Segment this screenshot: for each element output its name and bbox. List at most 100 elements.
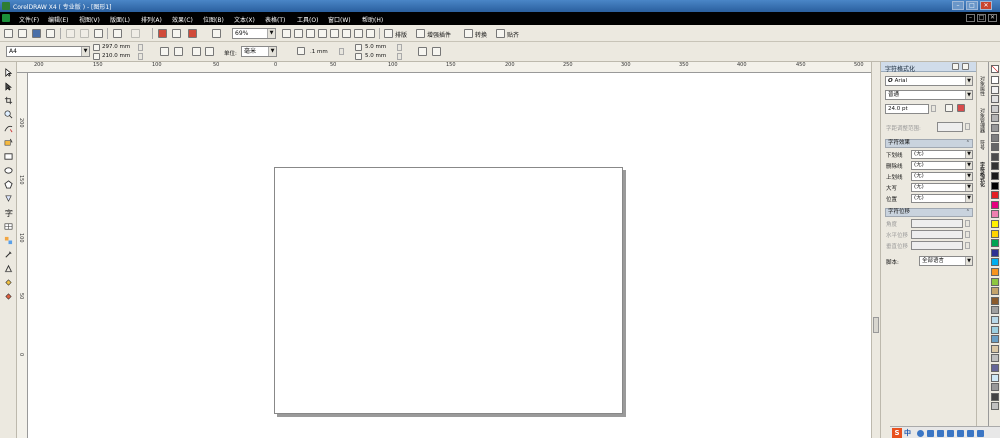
palette-swatch[interactable] <box>991 277 999 286</box>
font-select[interactable]: O Arial ▼ <box>885 76 973 86</box>
snap-button[interactable]: 贴齐 <box>507 30 519 39</box>
underline-select[interactable]: (无) ▼ <box>911 150 973 159</box>
height-spinner[interactable] <box>138 53 143 60</box>
palette-swatch[interactable] <box>991 152 999 161</box>
tab-character-formatting[interactable]: 字符格式化 <box>979 162 986 187</box>
duplicate-x-field[interactable]: 5.0 mm <box>365 44 386 50</box>
zoom-out-icon[interactable] <box>294 29 303 38</box>
zoom-selected-icon[interactable] <box>306 29 315 38</box>
zoom-level-select[interactable]: 69% ▼ <box>232 28 276 39</box>
shape-tool-icon[interactable] <box>4 82 13 91</box>
palette-swatch[interactable] <box>991 85 999 94</box>
kerning-field[interactable] <box>937 122 963 132</box>
menu-edit[interactable]: 编辑(E) <box>48 15 68 24</box>
menu-view[interactable]: 视图(V) <box>79 15 100 24</box>
sogou-ime-icon[interactable]: S <box>892 428 902 438</box>
character-shift-header[interactable]: 字符位移 ⌃ <box>885 208 973 217</box>
palette-swatch[interactable] <box>991 344 999 353</box>
import-icon[interactable] <box>158 29 167 38</box>
maximize-button[interactable]: □ <box>966 1 978 10</box>
position-select[interactable]: (无) ▼ <box>911 194 973 203</box>
menu-window[interactable]: 窗口(W) <box>328 15 351 24</box>
menu-text[interactable]: 文本(X) <box>234 15 255 24</box>
tab-object-properties[interactable]: 对象属性 <box>979 76 986 96</box>
menu-table[interactable]: 表格(T) <box>265 15 285 24</box>
paste-icon[interactable] <box>94 29 103 38</box>
width-spinner[interactable] <box>138 44 143 51</box>
skin-icon[interactable] <box>957 430 964 437</box>
duplicate-y-spinner[interactable] <box>397 53 402 60</box>
save-icon[interactable] <box>32 29 41 38</box>
zoom-height-icon[interactable] <box>354 29 363 38</box>
options-icon[interactable] <box>432 47 441 56</box>
horizontal-ruler[interactable]: 200 150 100 50 0 50 100 150 200 250 300 … <box>17 62 871 73</box>
palette-swatch[interactable] <box>991 114 999 123</box>
polygon-tool-icon[interactable] <box>4 180 13 189</box>
text-color-icon[interactable] <box>957 104 965 112</box>
rectangle-tool-icon[interactable] <box>4 152 13 161</box>
vertical-ruler[interactable]: 200 150 100 50 0 <box>17 73 28 438</box>
zoom-in-icon[interactable] <box>282 29 291 38</box>
copy-icon[interactable] <box>80 29 89 38</box>
tab-object-manager[interactable]: 对象管理器 <box>979 108 986 133</box>
keyboard-icon[interactable] <box>947 430 954 437</box>
eyedropper-tool-icon[interactable] <box>4 250 13 259</box>
ellipse-tool-icon[interactable] <box>4 166 13 175</box>
menu-tools[interactable]: 工具(O) <box>297 15 318 24</box>
open-icon[interactable] <box>18 29 27 38</box>
nudge-spinner[interactable] <box>339 48 344 55</box>
interactive-blend-tool-icon[interactable] <box>4 236 13 245</box>
unit-select[interactable]: 毫米 ▼ <box>241 46 277 57</box>
duplicate-y-field[interactable]: 5.0 mm <box>365 53 386 59</box>
palette-swatch[interactable] <box>991 133 999 142</box>
zoom-width-icon[interactable] <box>342 29 351 38</box>
page-width-field[interactable]: 297.0 mm <box>102 44 130 50</box>
nudge-distance-field[interactable]: .1 mm <box>310 49 328 55</box>
layout-plugin-icon[interactable] <box>384 29 393 38</box>
zoom-tool-icon[interactable] <box>4 110 13 119</box>
crop-tool-icon[interactable] <box>4 96 13 105</box>
landscape-icon[interactable] <box>174 47 183 56</box>
fill-tool-icon[interactable] <box>4 278 13 287</box>
portrait-icon[interactable] <box>160 47 169 56</box>
palette-swatch[interactable] <box>991 296 999 305</box>
palette-swatch[interactable] <box>991 143 999 152</box>
convert-icon[interactable] <box>464 29 473 38</box>
minimize-button[interactable]: – <box>952 1 964 10</box>
palette-swatch[interactable] <box>991 316 999 324</box>
application-launcher-icon[interactable] <box>188 29 197 38</box>
all-pages-icon[interactable] <box>192 47 201 56</box>
convert-button[interactable]: 转换 <box>475 30 487 39</box>
enhance-plugin-button[interactable]: 增强插件 <box>427 30 451 39</box>
character-effects-header[interactable]: 字符效果 ⌃ <box>885 139 973 148</box>
underline-icon[interactable] <box>945 104 953 112</box>
script-select[interactable]: 全部语言 ▼ <box>919 256 973 266</box>
uppercase-select[interactable]: (无) ▼ <box>911 183 973 192</box>
menu-help[interactable]: 帮助(H) <box>362 15 383 24</box>
palette-swatch[interactable] <box>991 210 999 219</box>
palette-swatch[interactable] <box>991 354 999 363</box>
horizontal-shift-field[interactable] <box>911 230 963 239</box>
menu-bitmaps[interactable]: 位图(B) <box>203 15 224 24</box>
horizontal-shift-spinner[interactable] <box>965 231 970 238</box>
kerning-spinner[interactable] <box>965 123 970 130</box>
tools-icon[interactable] <box>977 430 984 437</box>
enhance-plugin-icon[interactable] <box>416 29 425 38</box>
vertical-scrollbar[interactable] <box>871 62 880 438</box>
treat-as-filled-icon[interactable] <box>418 47 427 56</box>
overline-select[interactable]: (无) ▼ <box>911 172 973 181</box>
menu-layout[interactable]: 版面(L) <box>110 15 130 24</box>
pan-icon[interactable] <box>366 29 375 38</box>
snap-icon[interactable] <box>496 29 505 38</box>
new-icon[interactable] <box>4 29 13 38</box>
export-icon[interactable] <box>172 29 181 38</box>
duplicate-x-spinner[interactable] <box>397 44 402 51</box>
emoji-icon[interactable] <box>927 430 934 437</box>
palette-swatch[interactable] <box>991 229 999 238</box>
document-page[interactable] <box>274 167 623 414</box>
paper-type-select[interactable]: A4 ▼ <box>6 46 90 57</box>
tab-symbols[interactable]: 符号 <box>979 140 986 150</box>
vertical-shift-field[interactable] <box>911 241 963 250</box>
no-color-swatch[interactable] <box>991 65 999 73</box>
redo-icon[interactable] <box>131 29 140 38</box>
